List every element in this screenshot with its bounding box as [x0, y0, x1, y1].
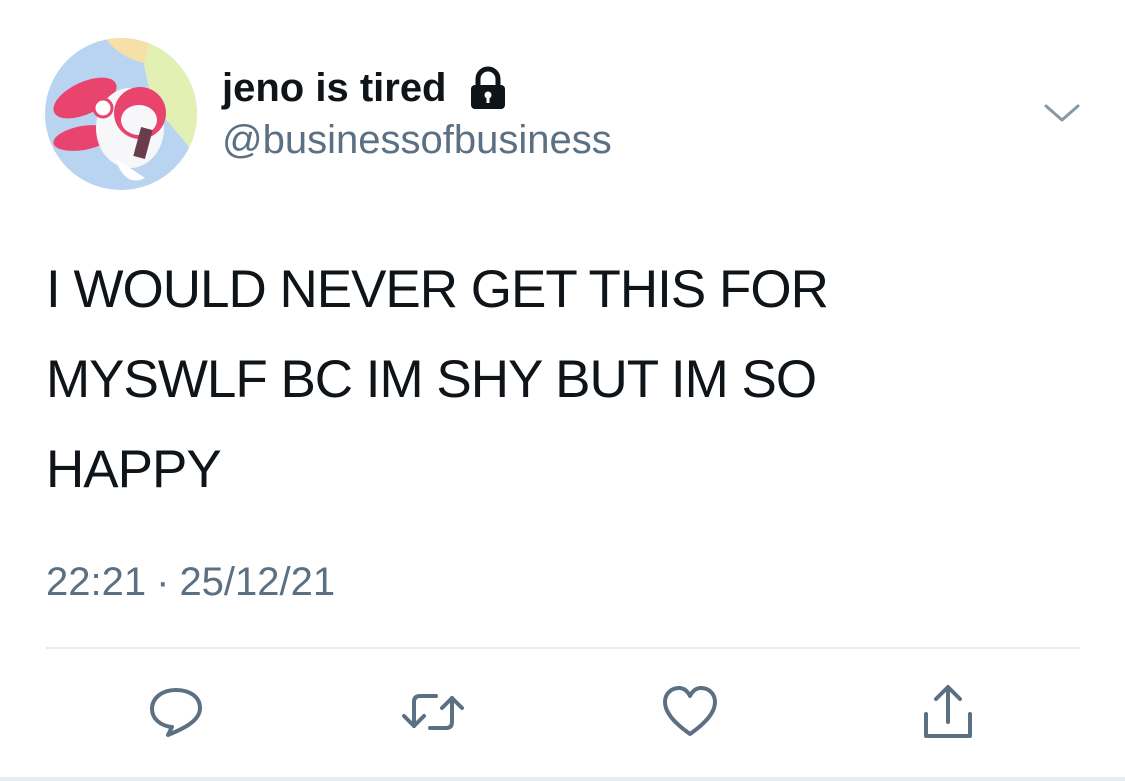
- action-bar: [0, 682, 1125, 742]
- divider: [46, 647, 1080, 649]
- share-icon: [924, 685, 972, 738]
- avatar[interactable]: [45, 38, 197, 190]
- display-name[interactable]: jeno is tired: [222, 66, 447, 111]
- retweet-button[interactable]: [400, 682, 464, 742]
- bottom-divider: [0, 777, 1125, 781]
- tweet-date: 25/12/21: [179, 560, 336, 604]
- reply-icon: [150, 688, 202, 737]
- like-button[interactable]: [660, 682, 720, 742]
- chevron-down-icon[interactable]: [1040, 98, 1084, 128]
- lock-icon: [469, 66, 507, 110]
- tweet-timestamp[interactable]: 22:21 · 25/12/21: [46, 560, 335, 605]
- share-button[interactable]: [918, 682, 978, 742]
- tweet-time: 22:21: [46, 560, 147, 604]
- retweet-icon: [402, 694, 464, 730]
- user-handle[interactable]: @businessofbusiness: [222, 118, 612, 163]
- reply-button[interactable]: [146, 682, 206, 742]
- heart-icon: [663, 686, 717, 736]
- avatar-image: [45, 38, 197, 190]
- display-name-row: jeno is tired: [222, 62, 507, 114]
- meta-separator: ·: [156, 560, 170, 604]
- tweet-text: I WOULD NEVER GET THIS FOR MYSWLF BC IM …: [46, 260, 829, 499]
